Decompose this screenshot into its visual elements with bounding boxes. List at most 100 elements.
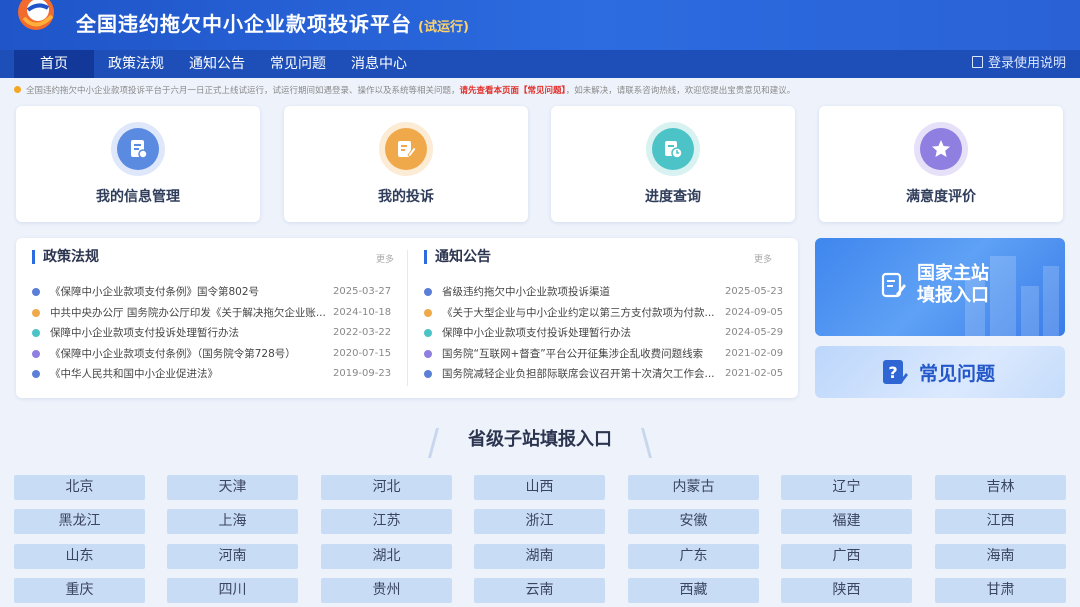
login-guide-label: 登录使用说明 <box>987 56 1066 71</box>
province-button[interactable]: 海南 <box>935 544 1066 569</box>
card-satisfaction-label: 满意度评价 <box>906 189 976 205</box>
province-button[interactable]: 安徽 <box>628 509 759 534</box>
panel-divider <box>407 250 408 386</box>
policy-item-title: 中共中央办公厅 国务院办公厅印发《关于解决拖欠企业账... <box>50 306 326 319</box>
province-button[interactable]: 甘肃 <box>935 578 1066 603</box>
national-entry-button[interactable]: 国家主站 填报入口 <box>815 238 1065 336</box>
announce-list-item[interactable]: 保障中小企业款项支付投诉处理暂行办法 2024-05-29 <box>424 324 785 342</box>
policy-list-item[interactable]: 保障中小企业款项支付投诉处理暂行办法 2022-03-22 <box>32 324 393 342</box>
announce-list-item[interactable]: 国务院减轻企业负担部际联席会议召开第十次清欠工作会... 2021-02-05 <box>424 365 785 383</box>
policy-more-link[interactable]: 更多 <box>376 252 394 265</box>
notice-bar: 全国违约拖欠中小企业款项投诉平台于六月一日正式上线试运行，试运行期间如遇登录、操… <box>14 84 1066 98</box>
nav-faq[interactable]: 常见问题 <box>259 50 337 78</box>
province-button[interactable]: 上海 <box>167 509 298 534</box>
card-progress-query[interactable]: 进度查询 <box>551 106 795 222</box>
province-button[interactable]: 广东 <box>628 544 759 569</box>
province-section-title: 省级子站填报入口 <box>468 429 612 450</box>
province-button[interactable]: 广西 <box>781 544 912 569</box>
national-entry-label: 国家主站 填报入口 <box>917 263 989 307</box>
bullet-icon <box>32 308 40 317</box>
announce-list-item[interactable]: 《关于大型企业与中小企业约定以第三方支付款项为付款... 2024-09-05 <box>424 304 785 322</box>
province-button[interactable]: 云南 <box>474 578 605 603</box>
bullet-icon <box>32 370 40 378</box>
card-my-complaints[interactable]: 我的投诉 <box>284 106 528 222</box>
card-satisfaction[interactable]: 满意度评价 <box>819 106 1063 222</box>
province-button[interactable]: 江西 <box>935 509 1066 534</box>
login-guide-link[interactable]: 登录使用说明 <box>971 50 1066 78</box>
guide-doc-icon <box>971 56 983 68</box>
announce-item-title: 省级违约拖欠中小企业款项投诉渠道 <box>442 286 610 298</box>
svg-text:?: ? <box>888 363 897 382</box>
announce-more-link[interactable]: 更多 <box>754 252 772 265</box>
nav-home[interactable]: 首页 <box>14 50 94 78</box>
policy-title: 政策法规 <box>32 250 99 264</box>
province-button[interactable]: 陕西 <box>781 578 912 603</box>
complaint-edit-icon <box>398 141 417 158</box>
policy-item-title: 《保障中小企业款项支付条例》国令第802号 <box>50 286 260 298</box>
province-button[interactable]: 湖北 <box>321 544 452 569</box>
site-logo-icon <box>18 0 54 30</box>
site-title: 全国违约拖欠中小企业款项投诉平台 (试运行) <box>76 8 469 37</box>
bullet-icon <box>424 349 432 358</box>
card-my-info-label: 我的信息管理 <box>96 189 180 205</box>
province-button[interactable]: 重庆 <box>14 578 145 603</box>
province-button[interactable]: 湖南 <box>474 544 605 569</box>
nav-messages[interactable]: 消息中心 <box>340 50 418 78</box>
province-button[interactable]: 河南 <box>167 544 298 569</box>
province-button[interactable]: 天津 <box>167 475 298 500</box>
bullet-icon <box>424 329 432 337</box>
nav-announcements[interactable]: 通知公告 <box>178 50 256 78</box>
policy-item-title: 《保障中小企业款项支付条例》（国务院令第728号） <box>50 347 296 360</box>
bullet-icon <box>424 308 432 317</box>
province-button[interactable]: 黑龙江 <box>14 509 145 534</box>
card-progress-query-label: 进度查询 <box>645 189 701 205</box>
policy-item-title: 《中华人民共和国中小企业促进法》 <box>50 368 218 380</box>
notice-text: 全国违约拖欠中小企业款项投诉平台于六月一日正式上线试运行，试运行期间如遇登录、操… <box>26 86 460 96</box>
trial-badge: (试运行) <box>418 20 469 35</box>
announce-list-item[interactable]: 国务院“互联网+督查”平台公开征集涉企乱收费问题线索 2021-02-09 <box>424 345 785 363</box>
policy-list-item[interactable]: 《中华人民共和国中小企业促进法》 2019-09-23 <box>32 365 393 383</box>
progress-clock-icon <box>665 141 683 159</box>
card-icon-ring <box>646 122 700 176</box>
building-decor <box>990 256 1016 336</box>
province-button[interactable]: 福建 <box>781 509 912 534</box>
national-entry-line2: 填报入口 <box>917 285 989 306</box>
card-icon-ring <box>111 122 165 176</box>
province-button[interactable]: 北京 <box>14 475 145 500</box>
card-my-complaints-label: 我的投诉 <box>378 189 434 205</box>
faq-label: 常见问题 <box>919 363 996 385</box>
announce-list-item[interactable]: 省级违约拖欠中小企业款项投诉渠道 2025-05-23 <box>424 283 785 301</box>
province-button[interactable]: 山西 <box>474 475 605 500</box>
nav-policy[interactable]: 政策法规 <box>97 50 175 78</box>
province-button[interactable]: 西藏 <box>628 578 759 603</box>
policy-item-date: 2024-10-18 <box>333 306 392 318</box>
policy-list-item[interactable]: 中共中央办公厅 国务院办公厅印发《关于解决拖欠企业账... 2024-10-18 <box>32 304 393 322</box>
card-my-info[interactable]: 我的信息管理 <box>16 106 260 222</box>
announce-item-date: 2021-02-09 <box>725 347 784 359</box>
building-decor <box>1043 266 1059 336</box>
province-button[interactable]: 内蒙古 <box>628 475 759 500</box>
profile-doc-icon <box>131 140 148 159</box>
province-button[interactable]: 山东 <box>14 544 145 569</box>
form-edit-icon <box>881 272 906 298</box>
policy-item-date: 2025-03-27 <box>333 286 392 297</box>
province-button[interactable]: 吉林 <box>935 475 1066 500</box>
faq-button[interactable]: ? 常见问题 <box>815 346 1065 398</box>
province-button[interactable]: 贵州 <box>321 578 452 603</box>
announce-item-date: 2021-02-05 <box>725 368 784 379</box>
bullet-icon <box>424 288 432 296</box>
notice-faq-link[interactable]: 请先查看本页面【常见问题】 <box>460 86 566 96</box>
policy-list-item[interactable]: 《保障中小企业款项支付条例》（国务院令第728号） 2020-07-15 <box>32 345 393 363</box>
policy-list-item[interactable]: 《保障中小企业款项支付条例》国令第802号 2025-03-27 <box>32 283 393 301</box>
bullet-icon <box>424 370 432 378</box>
card-icon-core <box>920 128 962 170</box>
card-icon-ring <box>914 122 968 176</box>
notice-dot-icon <box>14 86 21 93</box>
card-icon-core <box>117 128 159 170</box>
province-button[interactable]: 江苏 <box>321 509 452 534</box>
province-button[interactable]: 四川 <box>167 578 298 603</box>
province-button[interactable]: 浙江 <box>474 509 605 534</box>
province-button[interactable]: 辽宁 <box>781 475 912 500</box>
policy-item-date: 2019-09-23 <box>333 368 392 379</box>
province-button[interactable]: 河北 <box>321 475 452 500</box>
